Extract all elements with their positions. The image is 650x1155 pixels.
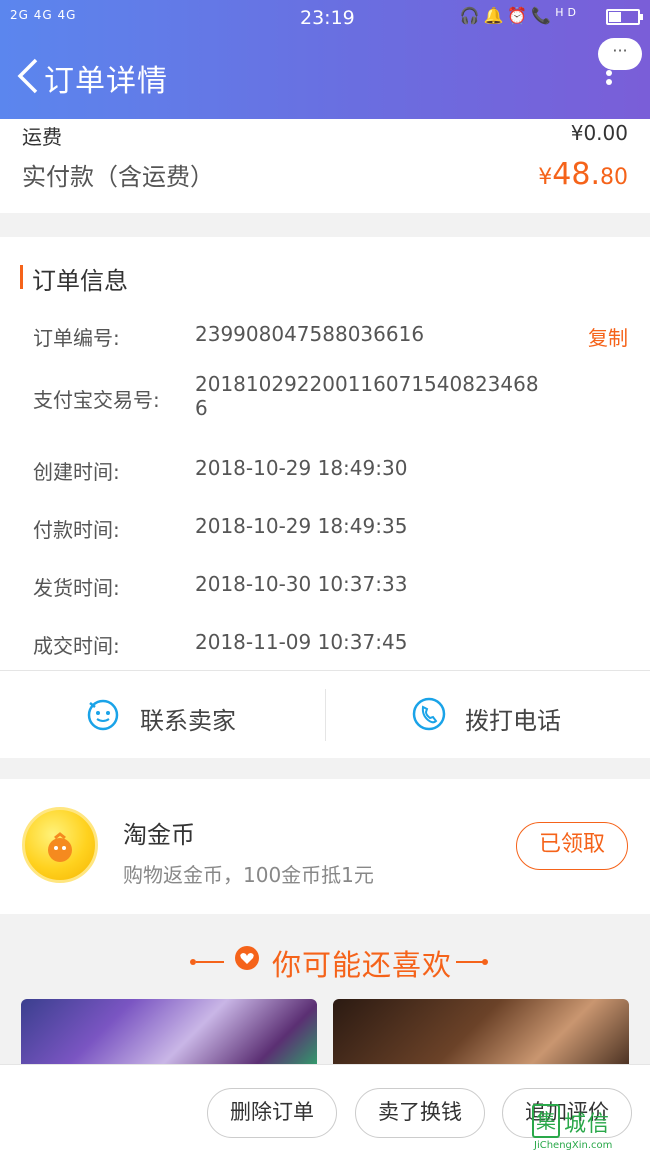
info-value: 2018-10-29 18:49:30 (195, 456, 408, 480)
paid-decimal: 80 (600, 165, 628, 190)
watermark-text: 城信 (564, 1112, 611, 1137)
shipping-label: 运费 (22, 125, 62, 149)
chat-face-icon (87, 699, 119, 731)
watermark-logo: 集 城信 JiChengXin.com (532, 1104, 644, 1152)
page-title: 订单详情 (44, 64, 168, 99)
gold-coin-icon (22, 807, 98, 883)
title-dot-right (482, 959, 488, 965)
order-info-title: 订单信息 (32, 267, 128, 295)
call-phone-label: 拨打电话 (465, 707, 561, 735)
signal-indicator: 2G 4G 4G (10, 8, 77, 22)
copy-button[interactable]: 复制 (588, 322, 628, 351)
coin-title: 淘金币 (123, 821, 195, 849)
call-phone-button[interactable]: 拨打电话 (326, 671, 650, 759)
info-label: 支付宝交易号: (33, 388, 160, 412)
more-dots-icon[interactable] (606, 70, 612, 94)
coin-description: 购物返金币，100金币抵1元 (123, 863, 374, 887)
resell-button[interactable]: 卖了换钱 (355, 1088, 485, 1138)
info-label: 付款时间: (33, 518, 120, 542)
taojinbi-section: 淘金币 购物返金币，100金币抵1元 已领取 (0, 779, 650, 914)
paid-label: 实付款（含运费） (22, 163, 214, 191)
title-line-right (456, 961, 484, 963)
info-label: 发货时间: (33, 576, 120, 600)
status-icons: 🎧🔔⏰📞HD (459, 6, 580, 25)
info-label: 订单编号: (33, 326, 120, 350)
contact-seller-label: 联系卖家 (140, 707, 236, 735)
battery-icon (606, 9, 643, 25)
paid-currency: ¥ (538, 165, 553, 190)
watermark-subtext: JiChengXin.com (534, 1140, 613, 1151)
info-label: 创建时间: (33, 460, 120, 484)
contact-seller-button[interactable]: 联系卖家 (0, 671, 325, 759)
info-label: 成交时间: (33, 634, 120, 658)
paid-amount: ¥48.80 (538, 157, 628, 192)
info-value: 2018-10-30 10:37:33 (195, 572, 408, 596)
hd-label: HD (555, 6, 580, 19)
phone-icon (412, 697, 446, 731)
info-value: 20181029220011607154082346​86 (195, 372, 539, 420)
delete-order-button[interactable]: 删除订单 (207, 1088, 337, 1138)
info-value: 2018-11-09 10:37:45 (195, 630, 408, 654)
title-line-left (196, 961, 224, 963)
info-value: 2018-10-29 18:49:35 (195, 514, 408, 538)
coin-face-icon (48, 832, 72, 862)
order-info-section: 订单信息 订单编号: 239908047588036616 复制 支付宝交易号:… (0, 237, 650, 670)
claimed-button[interactable]: 已领取 (516, 822, 628, 870)
watermark-mark: 集 (532, 1104, 560, 1138)
app-header: 2G 4G 4G 23:19 🎧🔔⏰📞HD 订单详情 ··· (0, 0, 650, 119)
shipping-value: ¥0.00 (570, 121, 628, 145)
payment-summary: 运费 ¥0.00 实付款（含运费） ¥48.80 (0, 119, 650, 213)
contact-section: 联系卖家 拨打电话 (0, 670, 650, 758)
paid-integer: 48. (552, 157, 600, 192)
section-accent-bar (20, 265, 23, 289)
recommendations-title: 你可能还喜欢 (272, 948, 453, 982)
heart-icon (235, 946, 259, 970)
more-menu-bubble[interactable]: ··· (598, 38, 642, 70)
status-time: 23:19 (300, 7, 355, 29)
status-bar: 2G 4G 4G 23:19 🎧🔔⏰📞HD (0, 0, 650, 36)
info-value: 239908047588036616 (195, 322, 425, 346)
recommendations-section: 你可能还喜欢 (0, 914, 650, 1079)
back-arrow-icon[interactable] (14, 58, 42, 94)
